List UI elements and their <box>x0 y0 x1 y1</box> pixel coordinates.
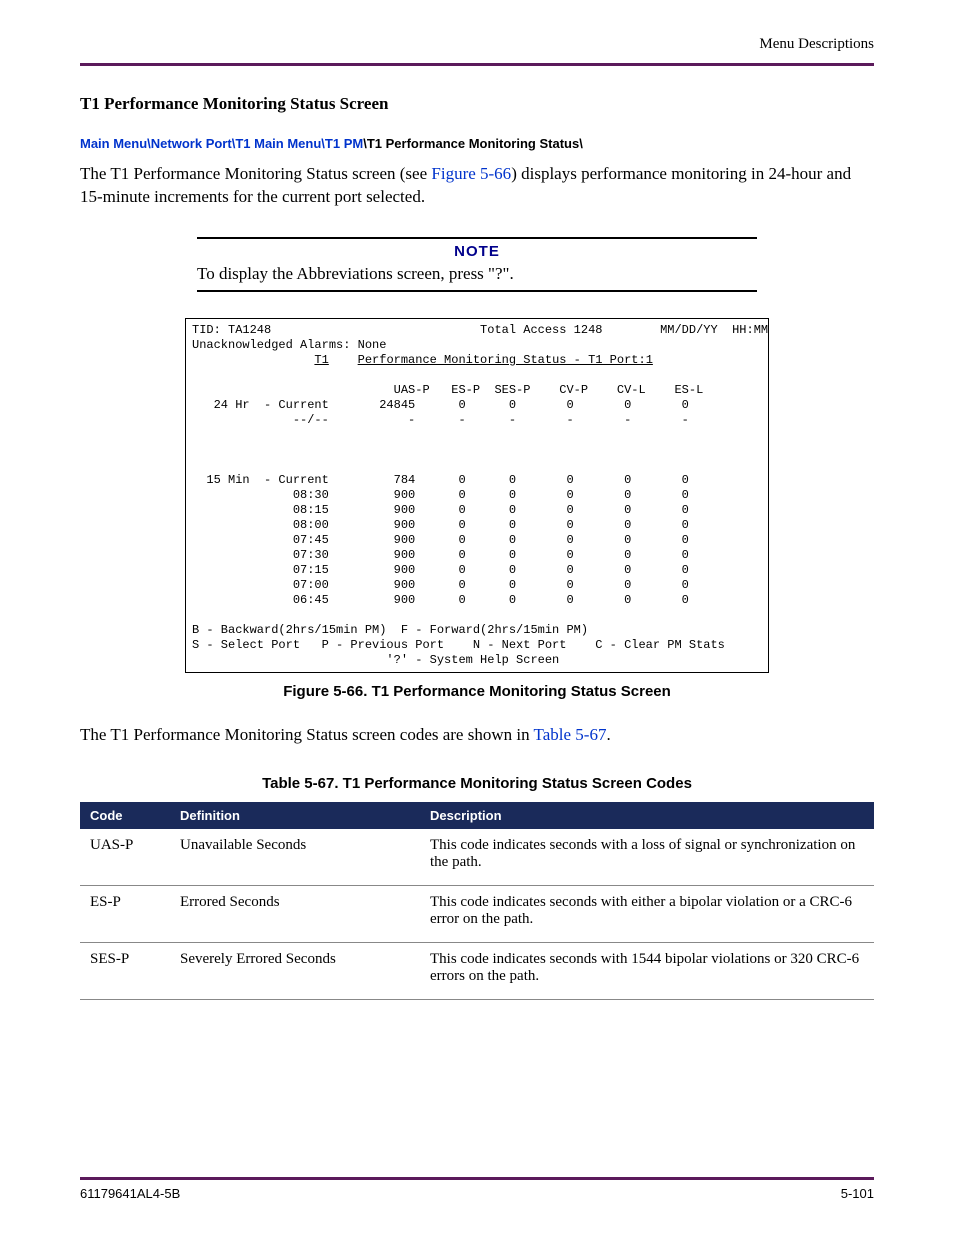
cell-definition: Unavailable Seconds <box>170 829 420 886</box>
table-row: UAS-PUnavailable SecondsThis code indica… <box>80 829 874 886</box>
section-title: T1 Performance Monitoring Status Screen <box>80 94 874 114</box>
table-row: SES-PSeverely Errored SecondsThis code i… <box>80 942 874 999</box>
note-rule-bottom <box>197 290 757 292</box>
table-row: ES-PErrored SecondsThis code indicates s… <box>80 885 874 942</box>
codes-table: Code Definition Description UAS-PUnavail… <box>80 802 874 1000</box>
breadcrumb-link[interactable]: Network Port <box>151 136 232 151</box>
header-label: Menu Descriptions <box>80 36 874 53</box>
breadcrumb-link[interactable]: Main Menu <box>80 136 147 151</box>
cell-definition: Severely Errored Seconds <box>170 942 420 999</box>
breadcrumb-link[interactable]: T1 PM <box>325 136 363 151</box>
th-code: Code <box>80 802 170 829</box>
th-definition: Definition <box>170 802 420 829</box>
page-footer: 61179641AL4-5B 5-101 <box>80 1177 874 1201</box>
footer-right: 5-101 <box>841 1186 874 1201</box>
cell-code: ES-P <box>80 885 170 942</box>
cell-definition: Errored Seconds <box>170 885 420 942</box>
intro-before: The T1 Performance Monitoring Status scr… <box>80 164 431 183</box>
cell-code: SES-P <box>80 942 170 999</box>
table-caption: Table 5-67. T1 Performance Monitoring St… <box>80 775 874 792</box>
table-header-row: Code Definition Description <box>80 802 874 829</box>
terminal-screen: TID: TA1248 Total Access 1248 MM/DD/YY H… <box>185 318 769 673</box>
note-text: To display the Abbreviations screen, pre… <box>197 262 757 290</box>
footer-left: 61179641AL4-5B <box>80 1186 180 1201</box>
cell-code: UAS-P <box>80 829 170 886</box>
breadcrumb-current: T1 Performance Monitoring Status\ <box>367 136 583 151</box>
cell-description: This code indicates seconds with a loss … <box>420 829 874 886</box>
note-block: NOTE To display the Abbreviations screen… <box>197 237 757 292</box>
table-link[interactable]: Table 5-67 <box>534 725 607 744</box>
breadcrumb-link[interactable]: T1 Main Menu <box>235 136 321 151</box>
figure-caption: Figure 5-66. T1 Performance Monitoring S… <box>80 683 874 700</box>
th-description: Description <box>420 802 874 829</box>
top-rule <box>80 63 874 66</box>
note-label: NOTE <box>197 239 757 262</box>
footer-rule <box>80 1177 874 1180</box>
cell-description: This code indicates seconds with either … <box>420 885 874 942</box>
figure-link[interactable]: Figure 5-66 <box>431 164 511 183</box>
intro-paragraph: The T1 Performance Monitoring Status scr… <box>80 163 874 209</box>
breadcrumb: Main Menu\Network Port\T1 Main Menu\T1 P… <box>80 136 874 151</box>
post-after: . <box>606 725 610 744</box>
cell-description: This code indicates seconds with 1544 bi… <box>420 942 874 999</box>
post-paragraph: The T1 Performance Monitoring Status scr… <box>80 724 874 747</box>
post-before: The T1 Performance Monitoring Status scr… <box>80 725 534 744</box>
